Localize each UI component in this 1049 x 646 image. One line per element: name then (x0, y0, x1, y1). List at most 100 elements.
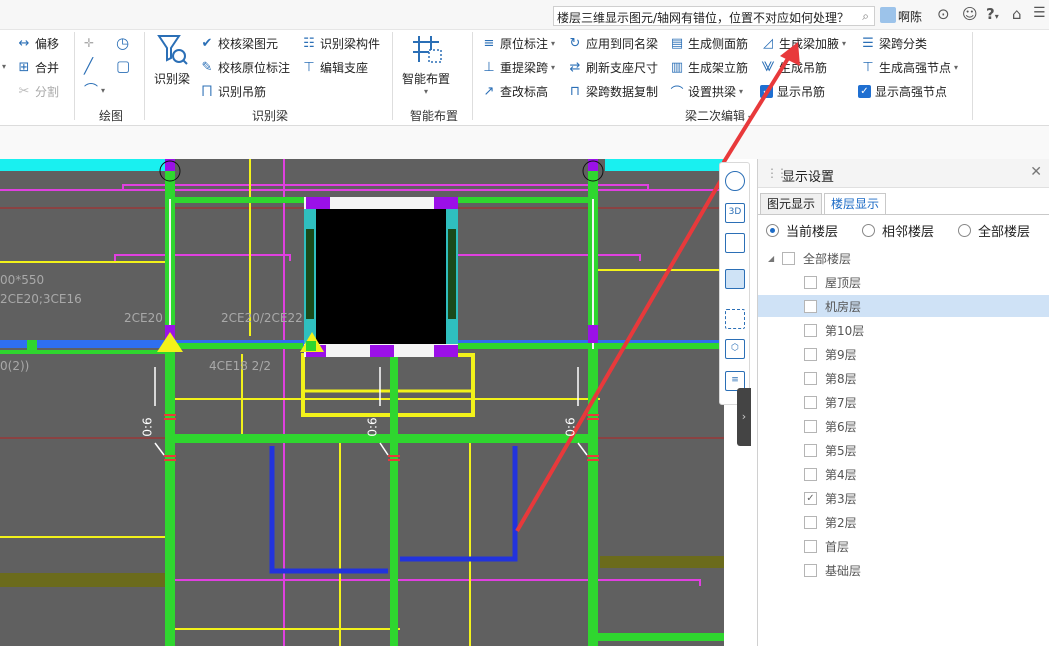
menu-icon[interactable]: ☰ (1033, 5, 1046, 21)
floor-item[interactable]: 基础层 (758, 559, 1049, 581)
original-annotation-button[interactable]: ≡ 原位标注 ▾ (481, 33, 555, 53)
skin-shirt-icon[interactable]: ⌂ (1012, 5, 1022, 23)
group-separator (144, 32, 145, 120)
smart-layout-button[interactable]: 智能布置 ▾ (398, 32, 454, 96)
checkbox-icon[interactable] (804, 515, 817, 529)
checkbox-checked-icon[interactable]: ✓ (804, 491, 817, 505)
identify-hanger-button[interactable]: ⨅ 识别吊筋 (199, 81, 266, 101)
user-avatar[interactable] (880, 7, 896, 23)
help-icon[interactable]: ?▾ (986, 5, 999, 23)
identify-beam-component-button[interactable]: ☷ 识别梁构件 (301, 33, 380, 53)
line-tool-icon[interactable]: ╱ (84, 56, 93, 76)
display-settings-panel: ⋮⋮ 显示设置 ✕ 图元显示 楼层显示 当前楼层 相邻楼层 全部楼层 ◢ 全部楼… (757, 159, 1049, 646)
panel-header: ⋮⋮ 显示设置 ✕ (758, 159, 1049, 188)
generate-stirrup-icon: ▥ (670, 59, 684, 75)
check-original-label: 校核原位标注 (218, 60, 291, 75)
checkbox-icon[interactable] (804, 443, 817, 457)
radio-all-floors[interactable]: 全部楼层 (958, 221, 1030, 240)
identify-component-label: 识别梁构件 (320, 36, 381, 51)
tab-floor-display[interactable]: 楼层显示 (824, 193, 887, 215)
tree-root-all-floors[interactable]: ◢ 全部楼层 (758, 247, 1049, 269)
apply-same-name-button[interactable]: ↻ 应用到同名梁 (567, 33, 658, 53)
cube-view-icon[interactable]: ⬡ (725, 339, 745, 359)
floor-item[interactable]: 第5层 (758, 439, 1049, 461)
checkbox-icon[interactable] (804, 323, 817, 337)
floor-item[interactable]: 第9层 (758, 343, 1049, 365)
drawing-canvas[interactable]: 00*550 2CE20;3CE16 2CE20 2CE20/2CE22 4CE… (0, 159, 724, 646)
check-original-annotation-button[interactable]: ✎ 校核原位标注 (199, 57, 290, 77)
edit-support-button[interactable]: ⊤ 编辑支座 (301, 57, 368, 77)
floor-item[interactable]: ✓ 第3层 (758, 487, 1049, 509)
headset-icon[interactable]: ⊙ (937, 5, 950, 23)
tree-root-label: 全部楼层 (803, 251, 852, 266)
radio-all-floors-label: 全部楼层 (978, 225, 1031, 240)
refresh-support-icon: ⇄ (569, 59, 581, 75)
check-elevation-button[interactable]: ↗ 查改标高 (481, 81, 548, 101)
check-beam-label: 校核梁图元 (218, 36, 279, 51)
offset-label: 偏移 (35, 36, 60, 51)
floor-item[interactable]: 第4层 (758, 463, 1049, 485)
refresh-support-button[interactable]: ⇄ 刷新支座尺寸 (567, 57, 658, 77)
dropdown-arrow-icon: ▾ (842, 38, 847, 48)
show-high-node-checkbox[interactable]: ✓ 显示高强节点 (858, 81, 947, 101)
rectangle-tool-icon[interactable]: ▢ (116, 56, 130, 76)
box-view-icon[interactable] (725, 233, 745, 253)
close-icon[interactable]: ✕ (1030, 164, 1042, 180)
split-label: 分割 (35, 84, 60, 99)
floor-item[interactable]: 第7层 (758, 391, 1049, 413)
check-elevation-label: 查改标高 (500, 84, 549, 99)
checkbox-icon[interactable] (804, 299, 817, 313)
checkbox-icon[interactable] (804, 419, 817, 433)
tab-element-display[interactable]: 图元显示 (760, 193, 823, 215)
3d-view-icon[interactable]: 3D (725, 203, 745, 223)
search-icon[interactable]: ⌕ (862, 9, 869, 24)
checkbox-icon[interactable] (804, 275, 817, 289)
select-view-icon[interactable] (725, 309, 745, 329)
rotate-point-icon[interactable]: ◷ (116, 33, 129, 53)
globe-view-icon[interactable] (725, 171, 745, 191)
floor-item[interactable]: 第6层 (758, 415, 1049, 437)
arc-tool-icon[interactable]: ⌒ ▾ (84, 80, 105, 100)
checkbox-icon[interactable] (804, 395, 817, 409)
generate-high-node-button[interactable]: ⊤ 生成高强节点 ▾ (860, 57, 958, 77)
checkbox-icon[interactable] (804, 539, 817, 553)
re-extract-span-button[interactable]: ⊥ 重提梁跨 ▾ (481, 57, 555, 77)
floor-item[interactable]: 第8层 (758, 367, 1049, 389)
layer-view-icon[interactable] (725, 269, 745, 289)
floor-item[interactable]: 首层 (758, 535, 1049, 557)
split-button[interactable]: ✂ 分割 (16, 81, 59, 101)
check-elevation-icon: ↗ (483, 83, 495, 99)
tree-expand-icon[interactable]: ◢ (768, 254, 774, 263)
floor-item[interactable]: 屋顶层 (758, 271, 1049, 293)
radio-icon (958, 224, 971, 237)
radio-adjacent-floor[interactable]: 相邻楼层 (862, 221, 934, 240)
checkbox-icon[interactable] (804, 371, 817, 385)
point-tool-icon[interactable]: ✛ (84, 33, 94, 53)
checkbox-icon[interactable] (782, 251, 795, 265)
help-search-input[interactable]: 楼层三维显示图元/轴网有错位，位置不对应如何处理？ ⌕ (553, 6, 875, 26)
offset-button[interactable]: ↔ 偏移 (16, 33, 59, 53)
floor-item[interactable]: 机房层 (758, 295, 1049, 317)
radio-current-floor[interactable]: 当前楼层 (766, 221, 838, 240)
checkbox-icon[interactable] (804, 467, 817, 481)
copy-span-data-button[interactable]: ⊓ 梁跨数据复制 (567, 81, 658, 101)
panel-collapse-handle[interactable]: › (737, 388, 751, 446)
re-extract-span-label: 重提梁跨 (500, 60, 549, 75)
overflow-arrow-icon[interactable]: ▾ (2, 62, 6, 71)
check-beam-button[interactable]: ✔ 校核梁图元 (199, 33, 278, 53)
apply-same-name-label: 应用到同名梁 (586, 36, 659, 51)
span-classify-button[interactable]: ☰ 梁跨分类 (860, 33, 927, 53)
merge-icon: ⊞ (18, 59, 30, 75)
user-name[interactable]: 啊陈 (898, 8, 922, 25)
floor-item[interactable]: 第2层 (758, 511, 1049, 533)
merge-button[interactable]: ⊞ 合并 (16, 57, 59, 77)
generate-high-node-icon: ⊤ (862, 59, 874, 75)
checkbox-icon[interactable] (804, 347, 817, 361)
tab-divider (758, 214, 1049, 215)
chat-icon[interactable]: ☺ (962, 5, 978, 23)
dimension-text: 0:6 (563, 417, 578, 437)
checkbox-icon[interactable] (804, 563, 817, 577)
help-search-text: 楼层三维显示图元/轴网有错位，位置不对应如何处理？ (557, 11, 850, 25)
identify-beam-button[interactable]: 识别梁 (150, 32, 194, 87)
floor-item[interactable]: 第10层 (758, 319, 1049, 341)
